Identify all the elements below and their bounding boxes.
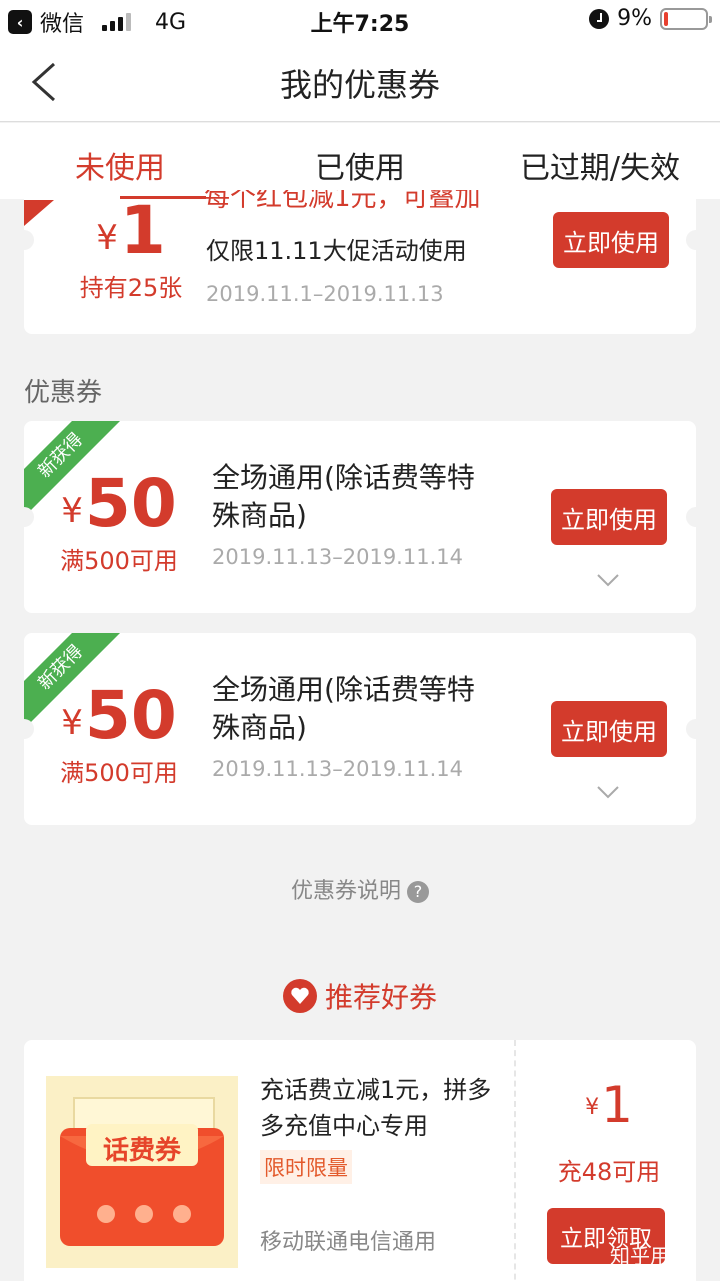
coupon-explain-label: 优惠券说明 <box>290 879 401 904</box>
chevron-down-icon[interactable] <box>596 785 620 799</box>
dashed-divider <box>514 1040 516 1281</box>
recommend-condition: 充48可用 <box>557 1158 661 1186</box>
recommend-sub: 移动联通电信通用 <box>260 1230 437 1255</box>
recommend-heading: 推荐好券 <box>0 976 720 1016</box>
card-notch <box>24 507 34 527</box>
coupon-date: 2019.11.13–2019.11.14 <box>212 545 463 569</box>
page-title: 我的优惠券 <box>279 66 440 104</box>
currency: ¥ <box>61 491 83 531</box>
coupon-title-line: 殊商品) <box>212 711 307 744</box>
coupon-title: 全场通用(除话费等特 殊商品) <box>212 671 475 747</box>
recommend-card: 话费券 充话费立减1元，拼多多充值中心专用 限时限量 移动联通电信通用 ¥ 1 … <box>24 1040 696 1281</box>
heart-icon <box>282 979 317 1013</box>
coupon-card: 新获得 ¥ 50 满500可用 全场通用(除话费等特 殊商品) 2019.11.… <box>24 633 696 825</box>
phone-bill-coupon-thumbnail: 话费券 <box>46 1076 238 1268</box>
watermark: 知乎用户 <box>610 1244 690 1268</box>
chevron-down-icon[interactable] <box>596 573 620 587</box>
use-now-button[interactable]: 立即使用 <box>553 212 669 268</box>
coupon-date: 2019.11.13–2019.11.14 <box>212 757 463 781</box>
amount-block: ¥ 50 满500可用 <box>44 471 194 576</box>
tab-bar: 未使用 已使用 已过期/失效 <box>0 123 720 199</box>
recommend-title: 推荐好券 <box>324 981 437 1014</box>
status-bar: ‹ 微信 4G 上午7:25 9% <box>0 0 720 40</box>
amount-block: ¥ 50 满500可用 <box>44 683 194 788</box>
card-subtitle: 仅限11.11大促活动使用 <box>206 237 467 265</box>
coupon-title-line: 全场通用(除话费等特 <box>212 461 475 494</box>
use-now-button[interactable]: 立即使用 <box>551 701 667 757</box>
limited-tag: 限时限量 <box>260 1150 352 1184</box>
alarm-icon <box>589 8 610 29</box>
card-title-partial: 每个红包减1元，可叠加 <box>204 190 481 213</box>
battery-icon <box>660 7 712 30</box>
currency: ¥ <box>96 218 118 258</box>
card-notch <box>24 719 34 739</box>
amount-condition: 满500可用 <box>60 547 178 575</box>
amount-condition: 持有25张 <box>79 274 183 302</box>
amount-condition: 满500可用 <box>60 759 178 787</box>
thumbnail-label: 话费券 <box>102 1136 181 1166</box>
tab-expired[interactable]: 已过期/失效 <box>480 123 720 199</box>
status-right: 9% <box>589 6 712 31</box>
recommend-title-text: 充话费立减1元，拼多多充值中心专用 <box>260 1076 492 1140</box>
coupon-title-line: 殊商品) <box>212 499 307 532</box>
amount: 1 <box>601 1076 633 1134</box>
card-notch <box>24 230 34 250</box>
amount: 1 <box>119 192 166 269</box>
tab-used[interactable]: 已使用 <box>240 123 480 199</box>
currency: ¥ <box>61 703 83 743</box>
question-icon: ? <box>407 881 429 903</box>
red-packet-card: 每个红包减1元，可叠加 ¥ 1 持有25张 仅限11.11大促活动使用 2019… <box>24 190 696 334</box>
corner-flag-icon <box>24 200 54 226</box>
battery-fill <box>664 11 668 26</box>
coupon-title-line: 全场通用(除话费等特 <box>212 673 475 706</box>
tab-unused[interactable]: 未使用 <box>0 123 240 199</box>
card-notch <box>686 230 696 250</box>
card-date: 2019.11.1–2019.11.13 <box>206 282 444 306</box>
use-now-button[interactable]: 立即使用 <box>551 489 667 545</box>
card-notch <box>686 507 696 527</box>
coupon-title: 全场通用(除话费等特 殊商品) <box>212 459 475 535</box>
section-label: 优惠券 <box>24 378 103 408</box>
currency: ¥ <box>585 1095 600 1120</box>
recommend-amount: ¥ 1 <box>524 1080 694 1130</box>
coupon-explain-link[interactable]: 优惠券说明? <box>0 873 720 905</box>
amount: 50 <box>84 677 177 754</box>
coupon-card: 新获得 ¥ 50 满500可用 全场通用(除话费等特 殊商品) 2019.11.… <box>24 421 696 613</box>
battery-percent: 9% <box>617 6 652 31</box>
amount: 50 <box>84 465 177 542</box>
amount-block: ¥ 1 持有25张 <box>56 198 206 303</box>
card-notch <box>686 719 696 739</box>
nav-bar: 我的优惠券 <box>0 40 720 122</box>
